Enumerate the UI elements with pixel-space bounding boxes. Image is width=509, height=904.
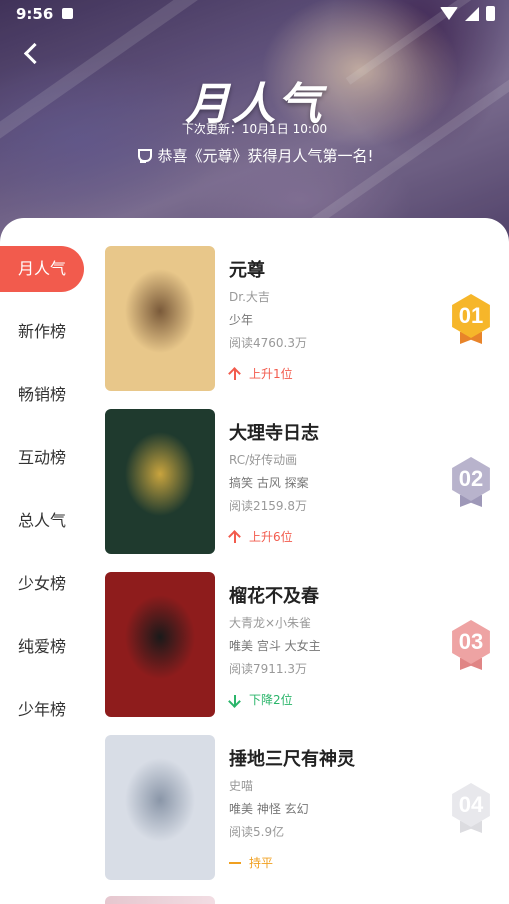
sidebar-item-new-works[interactable]: 新作榜 — [0, 309, 90, 355]
rank-trend: 上升1位 — [229, 365, 293, 382]
sidebar-item-bl[interactable]: 纯爱榜 — [0, 624, 90, 670]
flat-icon — [229, 861, 241, 864]
sidebar-item-shonen[interactable]: 少年榜 — [0, 687, 90, 733]
sidebar-item-bestsellers[interactable]: 畅销榜 — [0, 372, 90, 418]
next-update-text: 下次更新：10月1日 10:00 — [181, 122, 328, 136]
wifi-icon — [440, 7, 458, 20]
comic-tags: 唯美 宫斗 大女主 — [229, 639, 321, 653]
comic-title[interactable]: 捶地三尺有神灵 — [229, 745, 439, 771]
rank-trend-text: 下降2位 — [249, 693, 293, 707]
comic-tags: 搞笑 古风 探案 — [229, 476, 309, 490]
rank-badge: 03 — [449, 620, 493, 672]
comic-cover[interactable] — [105, 409, 215, 554]
status-time: 9:56 — [16, 5, 54, 23]
comic-reads: 阅读5.9亿 — [229, 825, 285, 839]
ranking-card[interactable]: 捶地三尺有神灵 史喵 唯美 神怪 玄幻 阅读5.9亿 持平 04 — [105, 735, 505, 880]
trophy-icon — [135, 148, 153, 164]
comic-cover[interactable] — [105, 896, 215, 904]
comic-author: Dr.大吉 — [229, 290, 270, 304]
sidebar-item-total-popular[interactable]: 总人气 — [0, 498, 90, 544]
rank-badge: 04 — [449, 783, 493, 835]
signal-icon — [465, 6, 479, 21]
sidebar-item-interaction[interactable]: 互动榜 — [0, 435, 90, 481]
comic-tags: 唯美 神怪 玄幻 — [229, 802, 309, 816]
comic-tags: 少年 — [229, 313, 254, 327]
arrow-up-icon — [229, 531, 241, 543]
notification-icon — [62, 8, 73, 19]
comic-cover[interactable] — [105, 735, 215, 880]
ranking-card[interactable]: 元尊 Dr.大吉 少年 阅读4760.3万 上升1位 01 — [105, 246, 505, 391]
comic-title[interactable]: 榴花不及春 — [229, 582, 439, 608]
congrats-banner: 恭喜《元尊》获得月人气第一名! — [0, 145, 509, 166]
sidebar-item-monthly-popular[interactable]: 月人气 — [0, 246, 84, 292]
arrow-down-icon — [229, 694, 241, 706]
rank-trend-text: 持平 — [249, 856, 274, 870]
rank-number: 01 — [452, 294, 490, 338]
comic-title[interactable]: 大理寺日志 — [229, 419, 439, 445]
ranking-card[interactable]: 大理寺日志 RC/好传动画 搞笑 古风 探案 阅读2159.8万 上升6位 02 — [105, 409, 505, 554]
comic-author: RC/好传动画 — [229, 453, 298, 467]
rank-number: 04 — [452, 783, 490, 827]
comic-reads: 阅读4760.3万 — [229, 336, 307, 350]
rank-trend-text: 上升1位 — [249, 367, 293, 381]
ranking-card[interactable]: 榴花不及春 大青龙×小朱雀 唯美 宫斗 大女主 阅读7911.3万 下降2位 0… — [105, 572, 505, 717]
comic-title[interactable]: 元尊 — [229, 256, 439, 282]
rank-number: 03 — [452, 620, 490, 664]
comic-reads: 阅读7911.3万 — [229, 662, 307, 676]
comic-cover[interactable] — [105, 572, 215, 717]
comic-author: 史喵 — [229, 779, 254, 793]
status-bar: 9:56 — [0, 0, 509, 30]
rank-badge: 02 — [449, 457, 493, 509]
rank-number: 02 — [452, 457, 490, 501]
comic-cover[interactable] — [105, 246, 215, 391]
arrow-up-icon — [229, 368, 241, 380]
rank-trend: 上升6位 — [229, 528, 293, 545]
back-button[interactable] — [18, 38, 48, 68]
battery-icon — [486, 6, 495, 21]
comic-reads: 阅读2159.8万 — [229, 499, 307, 513]
rank-trend: 持平 — [229, 854, 273, 871]
rank-trend: 下降2位 — [229, 691, 293, 708]
congrats-text: 恭喜《元尊》获得月人气第一名! — [157, 147, 374, 165]
rank-badge: 01 — [449, 294, 493, 346]
rank-trend-text: 上升6位 — [249, 530, 293, 544]
comic-author: 大青龙×小朱雀 — [229, 616, 312, 630]
sidebar-item-shoujo[interactable]: 少女榜 — [0, 561, 90, 607]
